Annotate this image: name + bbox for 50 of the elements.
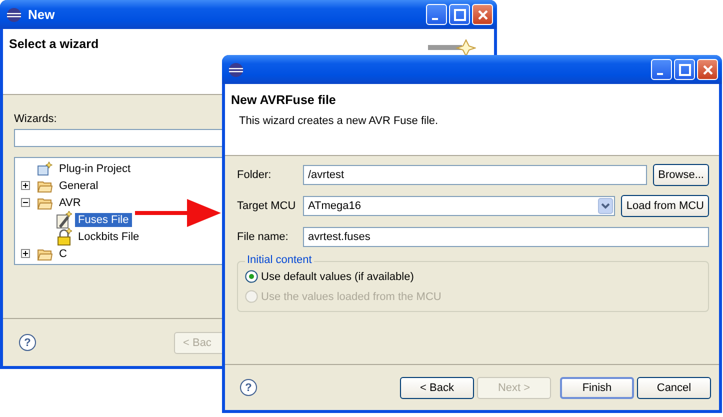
wizard-banner-icon — [428, 39, 476, 57]
radio-option[interactable]: Use default values (if available) — [245, 270, 701, 283]
sphere-icon — [6, 6, 22, 22]
tree-item[interactable]: AVR — [56, 196, 84, 210]
wizards-label: Wizards: — [14, 113, 57, 125]
maximize-button[interactable] — [674, 59, 695, 80]
wizard-button[interactable]: Cancel — [637, 376, 711, 398]
text-field[interactable]: avrtest.fuses — [303, 227, 709, 247]
tree-item[interactable]: C — [56, 246, 70, 260]
maximize-button[interactable] — [449, 4, 470, 25]
collapse-toggle[interactable] — [21, 198, 30, 207]
tree-item[interactable]: General — [56, 178, 102, 192]
folder-icon — [37, 178, 53, 192]
minimize-button[interactable] — [426, 4, 447, 25]
pencil-page-icon — [56, 210, 72, 228]
tree-item[interactable]: Fuses File — [75, 212, 132, 226]
tree-item[interactable]: Lockbits File — [75, 230, 142, 244]
window-title: New — [28, 7, 55, 22]
minimize-icon — [656, 72, 662, 74]
tree-item[interactable]: Plug-in Project — [56, 162, 134, 176]
page-description: This wizard creates a new AVR Fuse file. — [238, 115, 440, 127]
field-label: File name: — [237, 231, 290, 243]
expand-toggle[interactable] — [21, 249, 30, 258]
field-button[interactable]: Browse... — [653, 164, 709, 186]
page-heading: Select a wizard — [9, 37, 99, 51]
minimize-button[interactable] — [651, 59, 672, 80]
minimize-icon — [432, 18, 438, 20]
field-label: Folder: — [237, 169, 272, 181]
wizard-icon — [37, 160, 53, 176]
wizard-button[interactable]: < Back — [400, 376, 474, 398]
close-button[interactable] — [472, 4, 493, 25]
wizard-button[interactable]: Finish — [560, 376, 634, 398]
folder-icon — [37, 246, 53, 260]
text-field[interactable]: /avrtest — [303, 165, 648, 185]
padlock-icon — [56, 228, 72, 246]
close-icon — [702, 64, 714, 76]
maximize-icon — [678, 64, 690, 76]
mcu-dropdown[interactable]: ATmega16 — [303, 196, 616, 216]
sphere-icon — [228, 62, 244, 78]
group-title: Initial content — [245, 254, 314, 266]
help-button[interactable]: ? — [240, 379, 257, 396]
maximize-icon — [454, 8, 466, 20]
folder-icon — [37, 196, 53, 210]
page-heading: New AVRFuse file — [231, 93, 337, 107]
help-button[interactable]: ? — [19, 334, 36, 351]
close-button[interactable] — [697, 59, 718, 80]
expand-toggle[interactable] — [21, 181, 30, 190]
field-label: Target MCU — [237, 200, 297, 212]
field-button[interactable]: Load from MCU — [621, 195, 709, 217]
close-icon — [476, 8, 488, 20]
